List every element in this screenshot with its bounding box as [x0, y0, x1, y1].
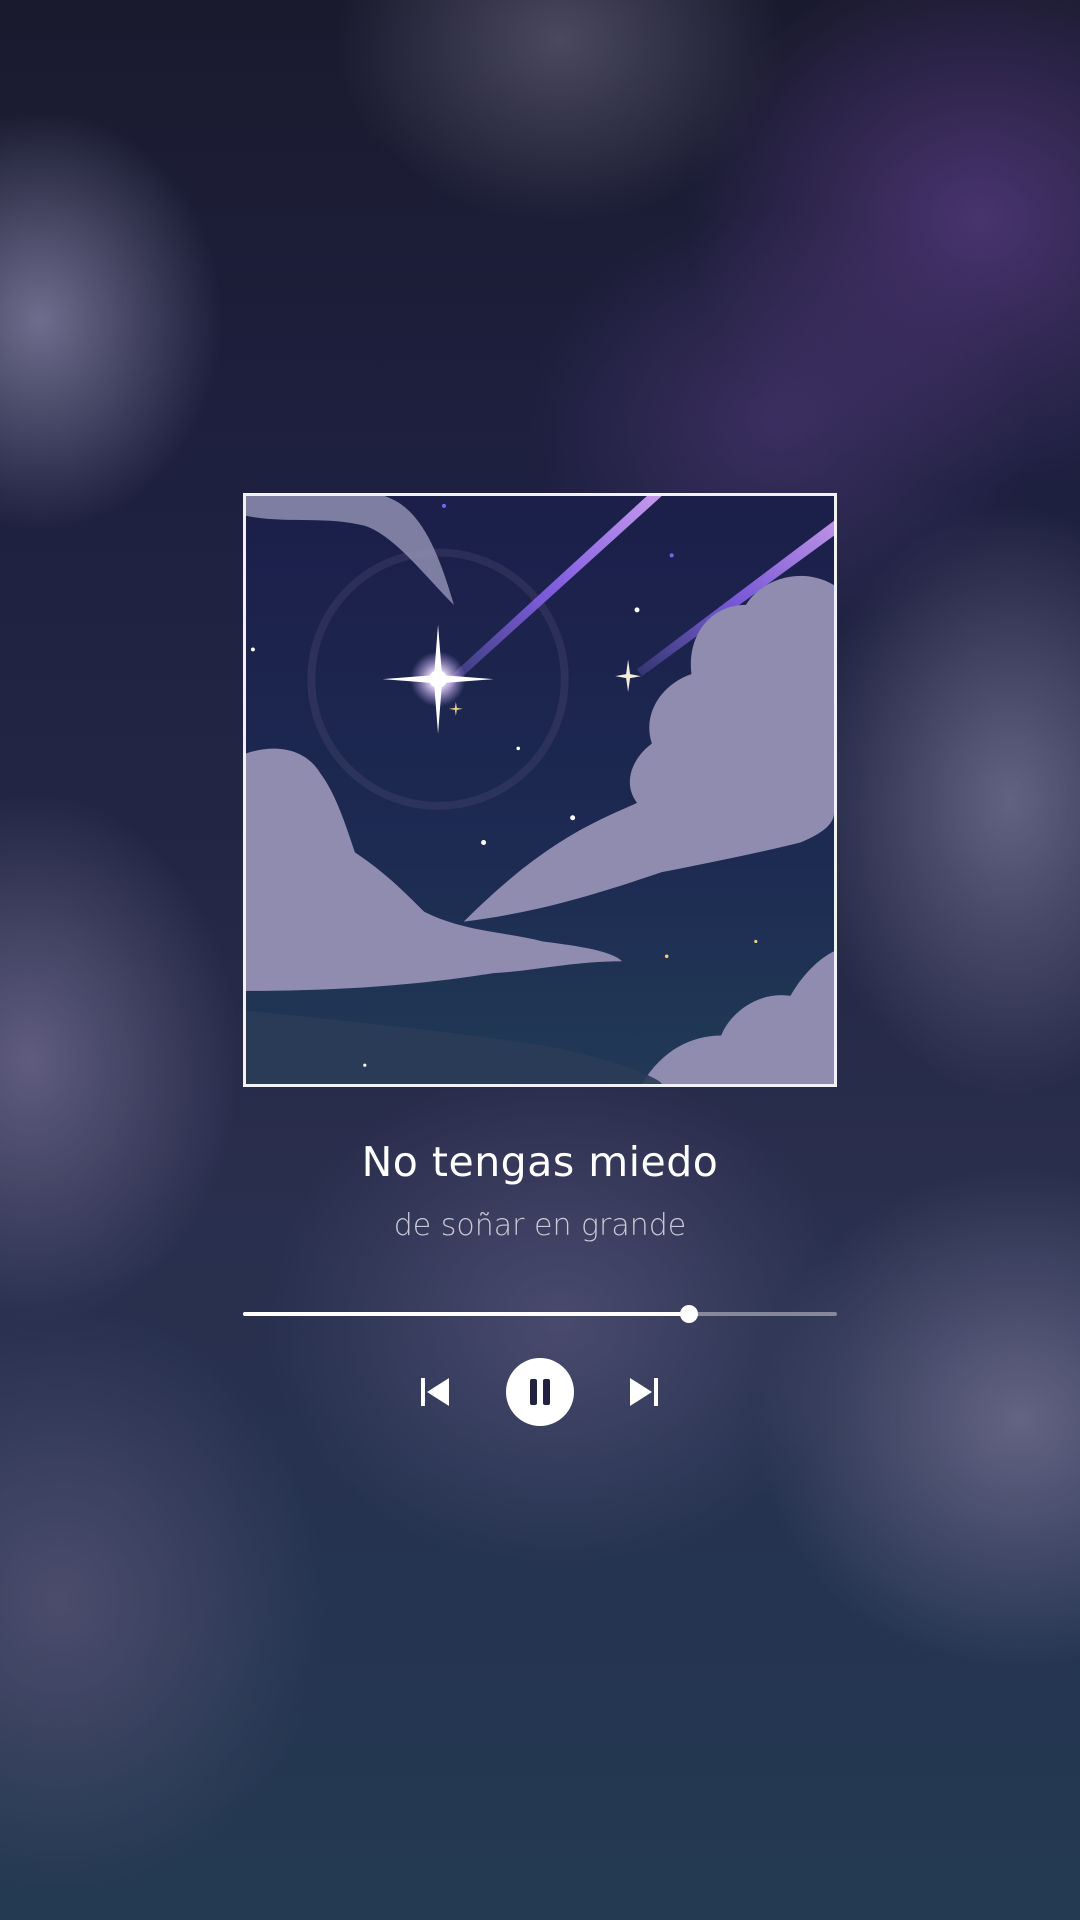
skip-previous-icon — [421, 1378, 449, 1406]
previous-button[interactable] — [410, 1367, 460, 1417]
track-subtitle: de soñar en grande — [393, 1208, 687, 1243]
track-title: No tengas miedo — [361, 1138, 719, 1186]
progress-fill — [243, 1312, 689, 1316]
pause-icon — [530, 1379, 550, 1405]
progress-thumb[interactable] — [679, 1305, 698, 1323]
album-art — [243, 493, 837, 1087]
progress-slider[interactable] — [243, 1300, 837, 1328]
playback-controls — [0, 1358, 1080, 1426]
pause-button[interactable] — [506, 1358, 574, 1426]
next-button[interactable] — [619, 1367, 669, 1417]
skip-next-icon — [630, 1378, 658, 1406]
